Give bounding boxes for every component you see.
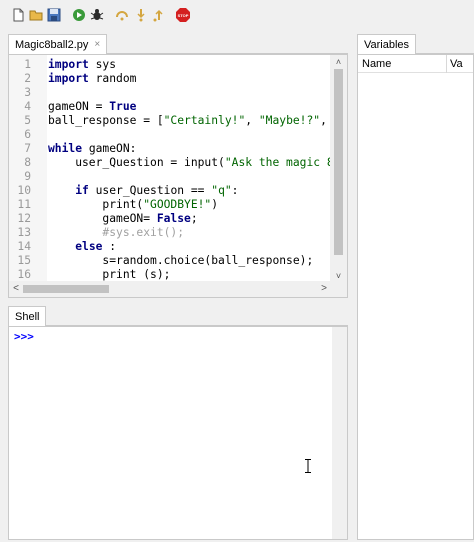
code-text: print (s); bbox=[48, 268, 171, 281]
tab-variables[interactable]: Variables bbox=[357, 34, 417, 54]
tab-shell[interactable]: Shell bbox=[8, 306, 47, 326]
comment: #sys.exit(); bbox=[102, 226, 185, 239]
code-text: gameON = bbox=[48, 100, 110, 113]
shell-console[interactable]: >>> bbox=[8, 326, 348, 540]
keyword: else bbox=[75, 240, 103, 253]
scroll-right-icon[interactable]: > bbox=[317, 281, 331, 297]
keyword: False bbox=[156, 212, 191, 225]
column-header-value[interactable]: Va bbox=[450, 58, 463, 70]
code-text: , bbox=[320, 114, 327, 127]
column-divider[interactable] bbox=[446, 55, 447, 73]
code-text: , bbox=[245, 114, 259, 127]
editor-vertical-scrollbar[interactable]: ˄ ˅ bbox=[330, 55, 347, 283]
stop-icon-label: STOP bbox=[178, 13, 189, 18]
line-number: 3 bbox=[24, 86, 31, 99]
code-editor[interactable]: 1 import sys 2 import random 3 4 gameON = T… bbox=[8, 54, 348, 298]
variables-table-header: Name Va bbox=[358, 55, 473, 73]
string-literal: "Certainly!" bbox=[163, 114, 246, 127]
tab-label: Magic8ball2.py bbox=[15, 38, 89, 51]
line-number: 6 bbox=[24, 128, 31, 141]
shell-tabbar: Shell bbox=[8, 306, 348, 326]
string-literal: "Ask the magic 8 bbox=[224, 156, 331, 169]
keyword: import bbox=[48, 72, 89, 85]
shell-scrollbar[interactable] bbox=[332, 327, 347, 539]
string-literal: "Maybe!?" bbox=[258, 114, 321, 127]
code-text: gameON= bbox=[48, 212, 157, 225]
code-text: ; bbox=[190, 212, 198, 225]
line-number: 11 bbox=[17, 198, 31, 211]
code-text: print( bbox=[48, 198, 144, 211]
code-area[interactable]: 1 import sys 2 import random 3 4 gameON = T… bbox=[9, 58, 331, 282]
vertical-scroll-thumb[interactable] bbox=[334, 69, 343, 255]
debug-icon[interactable] bbox=[90, 8, 104, 22]
line-number: 4 bbox=[24, 100, 31, 113]
code-text: : bbox=[231, 184, 239, 197]
variables-panel: Name Va bbox=[357, 54, 474, 540]
open-folder-icon[interactable] bbox=[29, 8, 43, 22]
line-number: 9 bbox=[24, 170, 31, 183]
scroll-up-icon[interactable]: ˄ bbox=[330, 55, 347, 69]
line-number: 16 bbox=[17, 268, 31, 281]
shell-tab-label: Shell bbox=[15, 310, 40, 323]
line-number: 5 bbox=[24, 114, 31, 127]
tab-magic8ball2[interactable]: Magic8ball2.py × bbox=[8, 34, 108, 54]
code-text: ball_response = [ bbox=[48, 114, 164, 127]
toolbar: STOP bbox=[0, 0, 474, 32]
line-number: 8 bbox=[24, 156, 31, 169]
line-number: 2 bbox=[24, 72, 31, 85]
editor-tabbar: Magic8ball2.py × bbox=[8, 34, 348, 54]
save-icon[interactable] bbox=[47, 8, 61, 22]
column-header-name[interactable]: Name bbox=[362, 58, 391, 70]
line-number: 13 bbox=[17, 226, 31, 239]
line-number: 10 bbox=[17, 184, 31, 197]
code-text: : bbox=[102, 240, 117, 253]
line-number: 12 bbox=[17, 212, 31, 225]
scroll-left-icon[interactable]: < bbox=[9, 281, 23, 297]
tab-close-icon[interactable]: × bbox=[94, 39, 100, 50]
line-number: 15 bbox=[17, 254, 31, 267]
code-text: user_Question == bbox=[88, 184, 212, 197]
code-text: ) bbox=[211, 198, 219, 211]
horizontal-scroll-thumb[interactable] bbox=[23, 285, 109, 293]
code-text: s=random.choice(ball_response); bbox=[48, 254, 314, 267]
run-icon[interactable] bbox=[72, 8, 86, 22]
code-text: gameON: bbox=[82, 142, 137, 155]
text-cursor-icon bbox=[305, 459, 311, 473]
code-text: sys bbox=[88, 58, 117, 71]
code-text: user_Question = input( bbox=[48, 156, 225, 169]
step-into-icon[interactable] bbox=[134, 8, 148, 22]
stop-icon[interactable]: STOP bbox=[176, 8, 190, 22]
shell-prompt: >>> bbox=[14, 330, 34, 343]
keyword: True bbox=[109, 100, 137, 113]
line-number: 7 bbox=[24, 142, 31, 155]
variables-tab-label: Variables bbox=[364, 38, 410, 51]
variables-tabbar: Variables bbox=[357, 34, 474, 54]
string-literal: "q" bbox=[211, 184, 232, 197]
code-text: random bbox=[88, 72, 137, 85]
step-over-icon[interactable] bbox=[115, 8, 129, 22]
keyword: if bbox=[75, 184, 89, 197]
keyword: while bbox=[48, 142, 83, 155]
line-number: 14 bbox=[17, 240, 31, 253]
string-literal: "GOODBYE!" bbox=[143, 198, 212, 211]
editor-horizontal-scrollbar[interactable]: < > bbox=[9, 281, 347, 297]
keyword: import bbox=[48, 58, 89, 71]
line-number: 1 bbox=[24, 58, 31, 71]
step-out-icon[interactable] bbox=[152, 8, 166, 22]
new-file-icon[interactable] bbox=[11, 8, 25, 22]
